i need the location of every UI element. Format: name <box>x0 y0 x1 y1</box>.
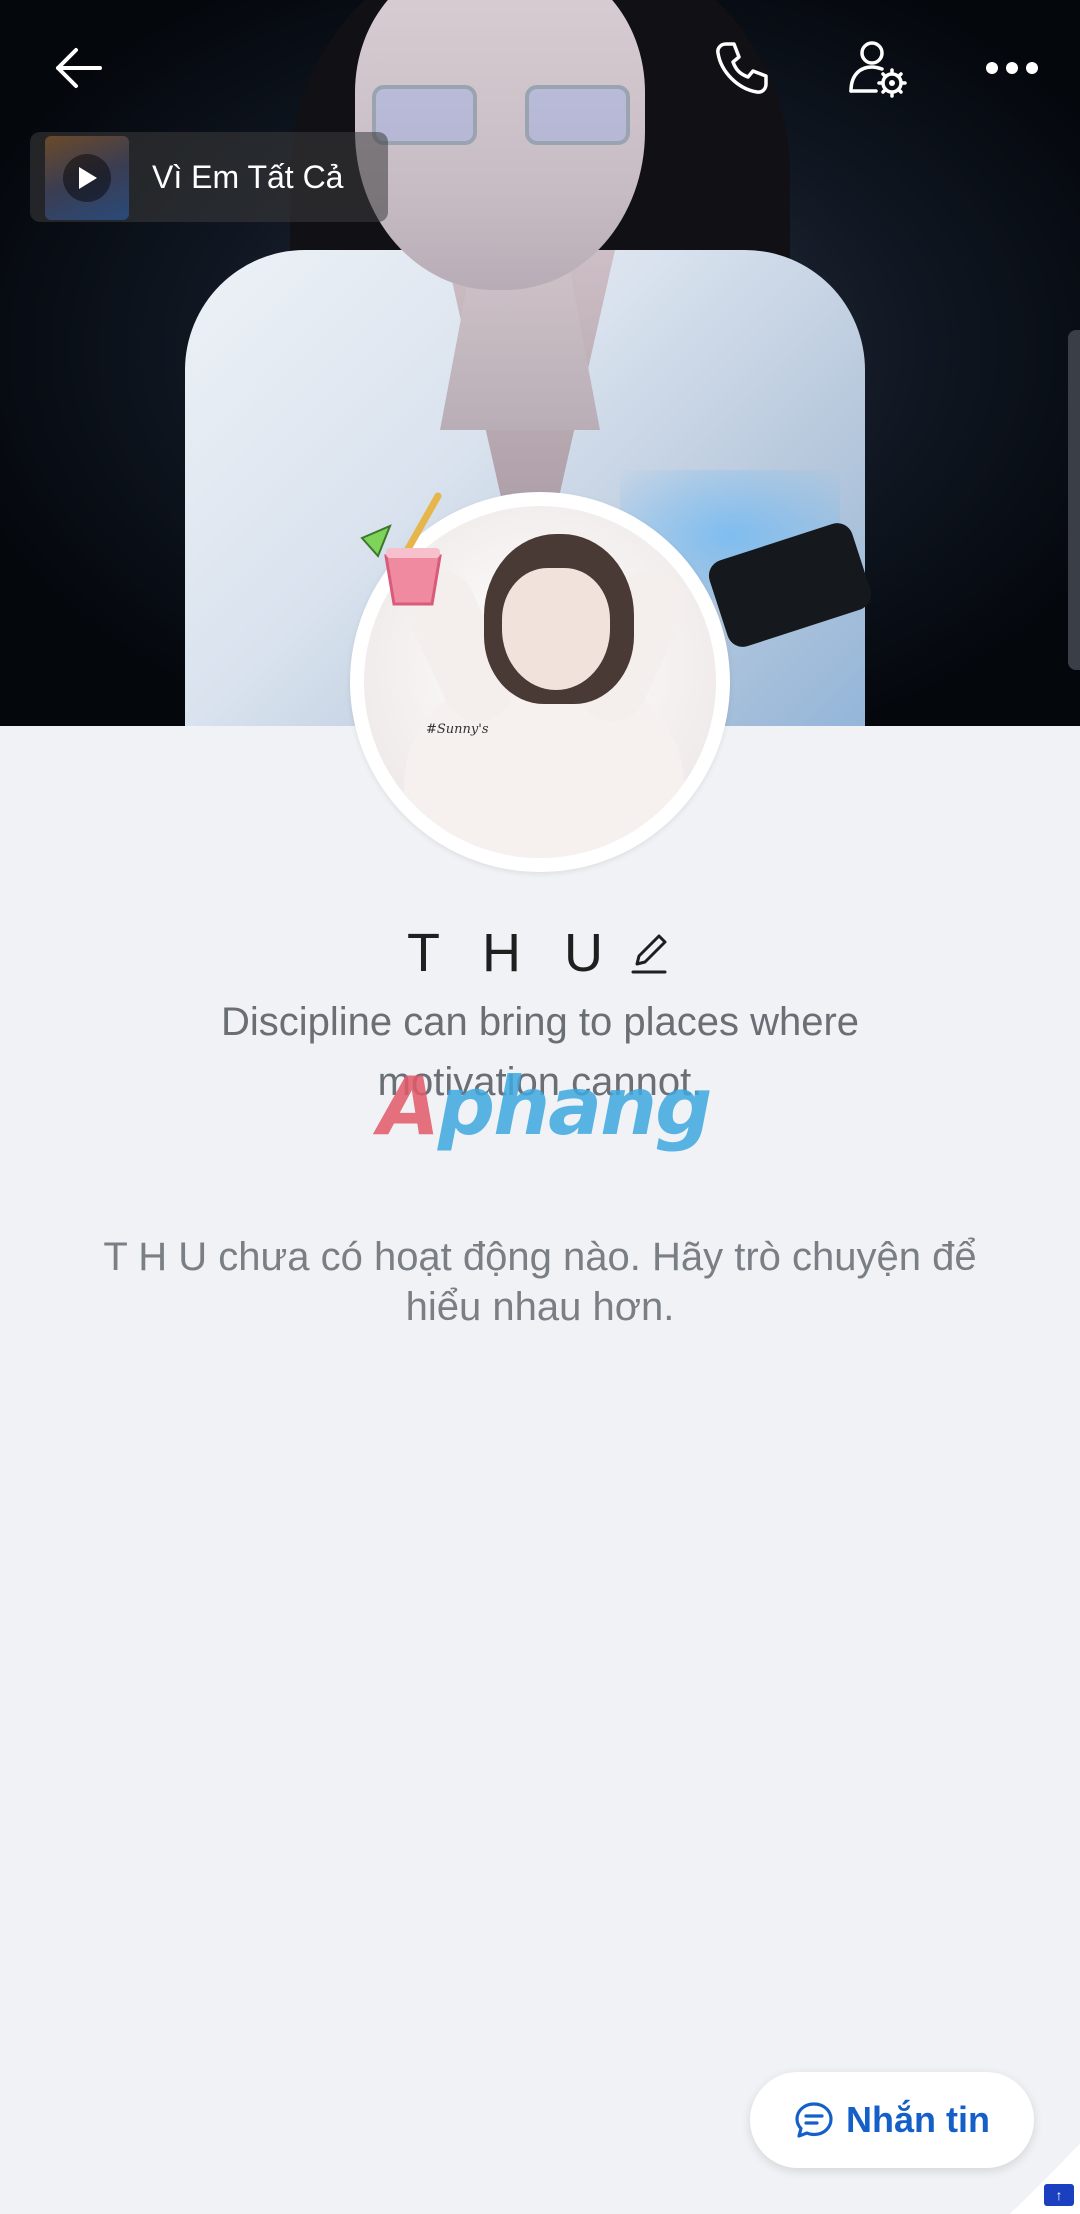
more-button[interactable] <box>980 36 1044 100</box>
back-button[interactable] <box>46 36 110 100</box>
avatar-figure-face <box>502 568 610 690</box>
call-button[interactable] <box>710 36 774 100</box>
more-horizontal-icon <box>986 62 1038 74</box>
cover-figure-face <box>355 0 645 290</box>
music-title: Vì Em Tất Cả <box>152 159 344 195</box>
avatar-signature: #Sunny's <box>426 722 489 737</box>
folder-upload-icon[interactable]: ↑ <box>1044 2184 1074 2206</box>
message-button[interactable]: Nhắn tin <box>750 2072 1034 2168</box>
chat-bubble-icon <box>795 2102 833 2138</box>
arrow-left-icon <box>56 48 102 88</box>
profile-name-row: T H U <box>0 918 1080 988</box>
play-icon[interactable] <box>63 154 111 202</box>
drink-sticker-icon <box>360 492 442 606</box>
edit-name-button[interactable] <box>629 929 673 977</box>
watermark-logo: Aphang <box>378 1060 712 1153</box>
cover-glasses-left <box>372 85 477 145</box>
watermark-part-1: A <box>378 1060 440 1153</box>
cover-glasses-right <box>525 85 630 145</box>
watermark-part-2: phang <box>437 1060 712 1153</box>
profile-settings-button[interactable] <box>845 36 909 100</box>
empty-activity-message: T H U chưa có hoạt động nào. Hãy trò chu… <box>103 1235 977 1329</box>
music-thumbnail <box>45 136 129 220</box>
edge-panel-handle[interactable] <box>1068 330 1080 670</box>
pencil-icon <box>631 934 667 974</box>
message-button-label: Nhắn tin <box>846 2099 990 2140</box>
user-settings-icon <box>849 41 907 98</box>
profile-music-chip[interactable]: Vì Em Tất Cả <box>30 132 388 222</box>
phone-icon <box>716 42 768 94</box>
profile-name: T H U <box>406 923 617 983</box>
